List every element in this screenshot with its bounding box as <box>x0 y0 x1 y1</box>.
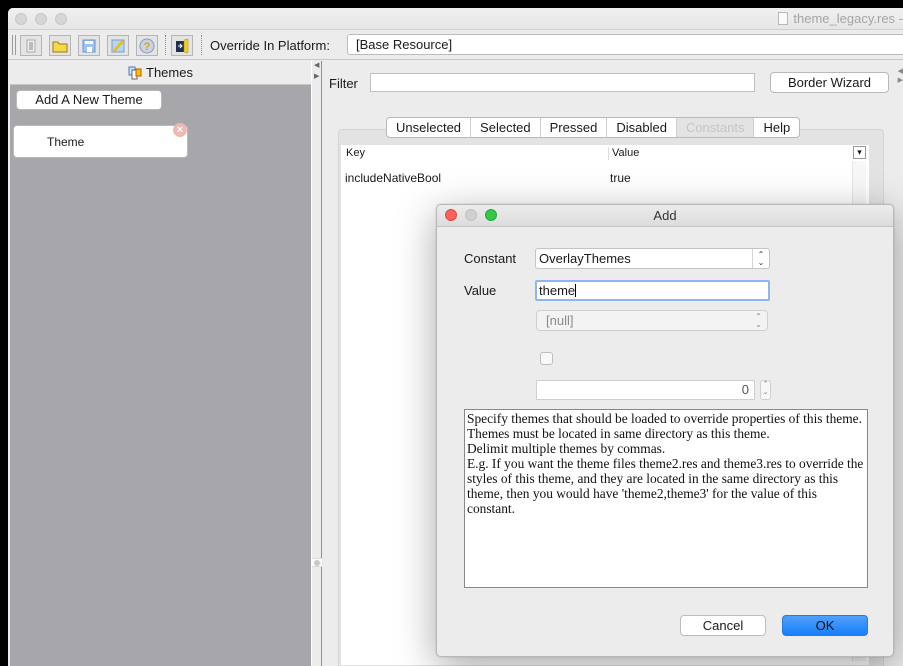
tab-pressed[interactable]: Pressed <box>541 118 608 137</box>
theme-item-label: Theme <box>47 135 85 149</box>
help-button[interactable]: ? <box>136 35 158 56</box>
split-pane-handle[interactable] <box>312 558 322 567</box>
select-updown-icon: ⌃ ⌄ <box>752 249 769 268</box>
themes-panel-title: Themes <box>146 65 193 80</box>
value-type-select[interactable]: [null] ⌃ ⌄ <box>536 310 768 331</box>
split-pane-divider[interactable]: ◀ ▶ <box>311 61 322 666</box>
platform-select[interactable]: [Base Resource] <box>347 34 903 55</box>
toolbar: ? Override In Platform: [Base Resource] <box>8 31 903 60</box>
table-cell-value[interactable]: true <box>610 171 631 185</box>
themes-panel: Themes Add A New Theme Theme × <box>10 61 311 666</box>
expand-right-arrow-icon[interactable]: ▶ <box>314 72 319 80</box>
zoom-window-button[interactable] <box>55 13 67 25</box>
dialog-title-bar: Add <box>437 205 893 227</box>
save-button[interactable] <box>78 35 100 56</box>
cancel-button[interactable]: Cancel <box>680 615 766 636</box>
svg-text:?: ? <box>144 41 151 53</box>
value-label: Value <box>464 283 497 298</box>
value-input[interactable]: theme <box>535 280 770 301</box>
right-splitter-arrows-icon[interactable]: ◀ ▶ <box>898 67 903 85</box>
border-wizard-button[interactable]: Border Wizard <box>770 72 889 93</box>
column-header-value[interactable]: Value <box>612 147 639 159</box>
column-chooser-icon[interactable]: ▾ <box>853 146 866 159</box>
filter-input[interactable] <box>370 73 755 92</box>
filter-label: Filter <box>329 76 358 91</box>
toolbar-separator <box>165 35 166 55</box>
add-constant-dialog: Add Constant OverlayThemes ⌃ ⌄ Value them… <box>436 204 894 657</box>
tab-help[interactable]: Help <box>754 118 799 137</box>
style-tabs: Unselected Selected Pressed Disabled Con… <box>386 117 801 138</box>
toolbar-separator <box>201 35 202 55</box>
boolean-checkbox[interactable] <box>540 352 553 365</box>
themes-icon <box>128 66 142 79</box>
edit-icon <box>111 39 125 52</box>
collapse-left-arrow-icon[interactable]: ◀ <box>314 61 319 69</box>
help-icon: ? <box>139 38 155 53</box>
help-text: Specify themes that should be loaded to … <box>467 411 864 516</box>
open-button[interactable] <box>49 35 71 56</box>
value-type-select-value: [null] <box>546 313 574 328</box>
document-icon <box>778 12 789 25</box>
save-icon <box>82 39 96 52</box>
tab-unselected[interactable]: Unselected <box>387 118 472 137</box>
tab-selected[interactable]: Selected <box>471 118 541 137</box>
constant-select[interactable]: OverlayThemes ⌃ ⌄ <box>535 248 770 269</box>
exit-door-icon <box>176 38 189 53</box>
column-header-key[interactable]: Key <box>346 147 365 159</box>
theme-list-item[interactable]: Theme <box>13 125 188 158</box>
edit-button[interactable] <box>107 35 129 56</box>
window-title-text: theme_legacy.res - <box>793 11 903 26</box>
remove-theme-icon[interactable]: × <box>173 123 187 137</box>
ok-button[interactable]: OK <box>782 615 868 636</box>
number-input[interactable]: 0 <box>536 380 755 400</box>
table-cell-key[interactable]: includeNativeBool <box>345 171 441 185</box>
toolbar-grip[interactable] <box>12 35 13 55</box>
new-button[interactable] <box>20 35 42 56</box>
dialog-title: Add <box>653 208 677 223</box>
themes-panel-header: Themes <box>10 61 311 85</box>
select-updown-icon: ⌃ ⌄ <box>755 312 762 329</box>
minimize-window-button[interactable] <box>35 13 47 25</box>
column-divider[interactable] <box>608 147 609 160</box>
help-text-area: Specify themes that should be loaded to … <box>464 409 868 588</box>
add-new-theme-button[interactable]: Add A New Theme <box>16 90 162 110</box>
value-input-text: theme <box>539 283 576 298</box>
window-title: theme_legacy.res - <box>778 11 903 26</box>
text-caret <box>575 284 577 297</box>
tab-constants[interactable]: Constants <box>676 118 755 137</box>
tab-disabled[interactable]: Disabled <box>607 118 677 137</box>
constant-select-value: OverlayThemes <box>539 251 631 266</box>
constant-label: Constant <box>464 251 517 266</box>
toolbar-grip[interactable] <box>15 35 16 55</box>
open-folder-icon <box>52 41 68 52</box>
override-platform-label: Override In Platform: <box>210 38 330 53</box>
number-spinner[interactable]: ⌃ ⌄ <box>760 380 771 400</box>
close-window-button[interactable] <box>15 13 27 25</box>
title-bar: theme_legacy.res - <box>8 8 903 30</box>
exit-button[interactable] <box>171 35 193 56</box>
new-document-icon <box>26 39 36 52</box>
